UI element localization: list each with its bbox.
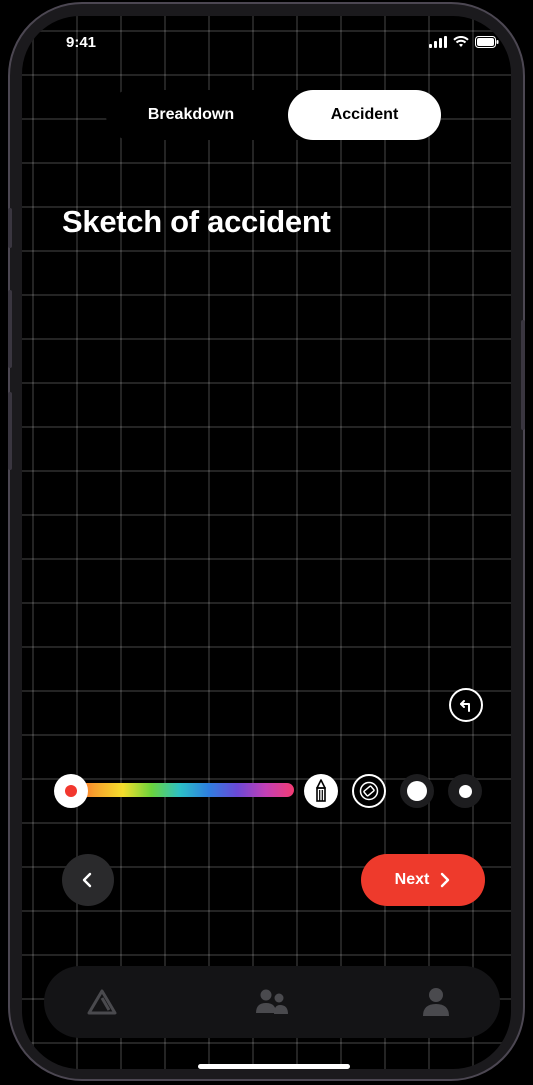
undo-button[interactable] [449, 688, 483, 722]
selected-color-dot [65, 785, 77, 797]
drawing-canvas-grid[interactable] [22, 16, 511, 1069]
side-button-volume-down [8, 392, 12, 470]
next-button[interactable]: Next [361, 854, 485, 906]
eraser-tool-button[interactable] [352, 774, 386, 808]
undo-icon [460, 700, 470, 712]
profile-icon [423, 988, 449, 1016]
battery-icon [475, 36, 499, 48]
side-button-silent [8, 208, 12, 248]
brush-size-large-dot [407, 781, 427, 801]
wifi-icon [453, 36, 469, 47]
home-icon [87, 989, 117, 1015]
status-time: 9:41 [66, 34, 97, 51]
status-icons [429, 36, 499, 48]
tab-people[interactable] [222, 966, 322, 1038]
pencil-icon [316, 779, 326, 802]
signal-icon [429, 36, 447, 48]
mode-segmented-control: Breakdown Accident [106, 90, 441, 140]
brush-size-large-button[interactable] [400, 774, 434, 808]
tab-breakdown[interactable]: Breakdown [106, 90, 276, 140]
page-title: Sketch of accident [62, 204, 331, 239]
back-button[interactable] [62, 854, 114, 906]
color-palette-slider[interactable] [66, 783, 294, 797]
screen [22, 16, 511, 1069]
tab-accident[interactable]: Accident [288, 90, 441, 140]
chevron-left-icon [82, 872, 92, 888]
eraser-icon [359, 781, 379, 801]
brush-size-small-button[interactable] [448, 774, 482, 808]
tab-profile[interactable] [386, 966, 486, 1038]
tab-home[interactable] [52, 966, 152, 1038]
side-button-volume-up [8, 290, 12, 368]
home-indicator [198, 1064, 350, 1069]
color-slider-knob[interactable] [54, 774, 88, 808]
next-button-label: Next [394, 871, 430, 888]
chevron-right-icon [441, 872, 450, 888]
people-icon [256, 989, 288, 1014]
brush-size-small-dot [458, 784, 472, 798]
pencil-tool-button[interactable] [304, 774, 338, 808]
side-button-power [521, 320, 525, 430]
bottom-tab-bar [44, 966, 500, 1038]
